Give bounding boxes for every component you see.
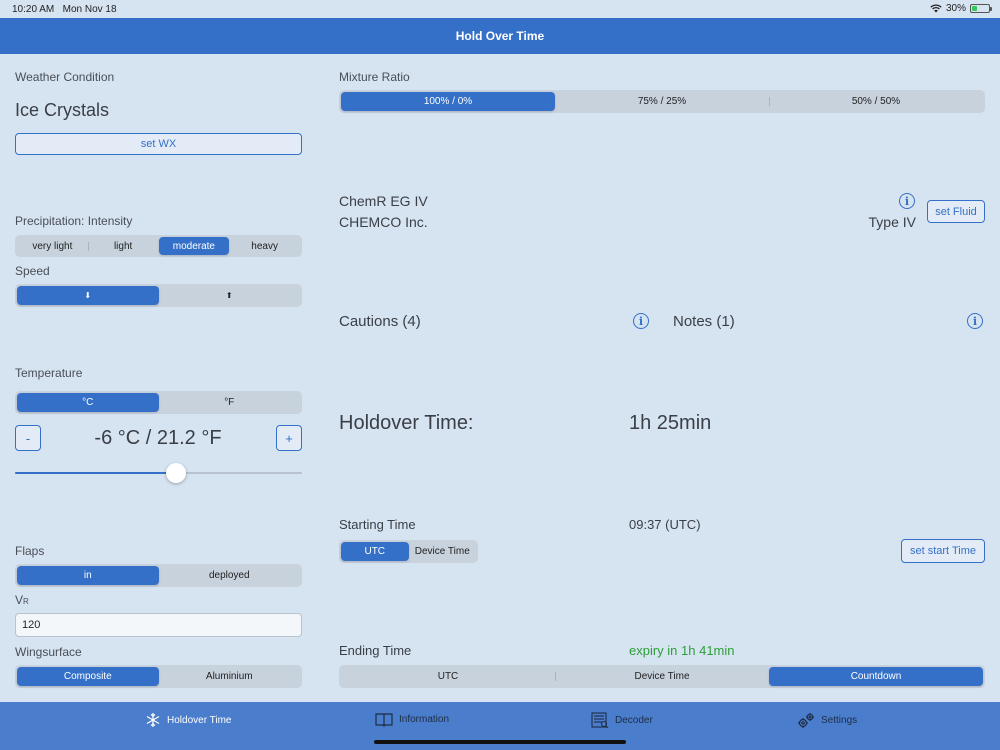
flaps-label: Flaps: [15, 544, 45, 558]
ending-time-value: expiry in 1h 41min: [629, 643, 735, 658]
fluid-info-icon[interactable]: i: [899, 193, 915, 209]
flaps-control[interactable]: in deployed: [15, 564, 302, 587]
wingsurface-label: Wingsurface: [15, 645, 82, 659]
tab-information[interactable]: Information: [375, 712, 449, 727]
flaps-option-in[interactable]: in: [17, 566, 159, 585]
holdover-time-value: 1h 25min: [629, 412, 712, 434]
temperature-slider-thumb[interactable]: [165, 463, 186, 483]
temperature-unit-control[interactable]: °C °F: [15, 391, 302, 414]
cautions-info-icon[interactable]: i: [633, 313, 649, 329]
precip-option-heavy[interactable]: heavy: [229, 237, 300, 255]
status-bar: 10:20 AM Mon Nov 18 30%: [0, 0, 1000, 18]
wingsurface-option-aluminium[interactable]: Aluminium: [159, 667, 301, 686]
battery-icon: [970, 4, 992, 13]
status-right: 30%: [930, 3, 992, 14]
set-wx-button[interactable]: set WX: [15, 133, 302, 155]
document-icon: [591, 712, 609, 729]
set-fluid-button[interactable]: set Fluid: [927, 200, 985, 223]
starting-time-value: 09:37 (UTC): [629, 517, 701, 532]
ending-time-mode-control[interactable]: UTC Device Time Countdown: [339, 665, 985, 688]
fluid-manufacturer: CHEMCO Inc.: [339, 214, 428, 230]
temperature-value: -6 °C / 21.2 °F: [94, 427, 222, 449]
notes-info-icon[interactable]: i: [967, 313, 983, 329]
starting-time-label: Starting Time: [339, 517, 416, 532]
start-option-utc[interactable]: UTC: [341, 542, 409, 561]
precipitation-intensity-control[interactable]: very light light moderate heavy: [15, 235, 302, 257]
status-time: 10:20 AM Mon Nov 18: [12, 4, 117, 15]
tab-decoder[interactable]: Decoder: [591, 712, 653, 729]
mixture-ratio-label: Mixture Ratio: [339, 70, 410, 84]
ending-time-label: Ending Time: [339, 643, 412, 658]
battery-percent: 30%: [945, 3, 966, 14]
tab-label: Information: [399, 714, 450, 725]
snowflake-icon: [146, 713, 160, 727]
starting-time-zone-control[interactable]: UTC Device Time: [339, 540, 478, 563]
temperature-increment-button[interactable]: +: [276, 425, 302, 451]
mixture-ratio-control[interactable]: 100% / 0% 75% / 25% 50% / 50%: [339, 90, 985, 113]
flaps-option-deployed[interactable]: deployed: [159, 566, 301, 585]
precip-option-light[interactable]: light: [87, 237, 159, 255]
wingsurface-control[interactable]: Composite Aluminium: [15, 665, 302, 688]
book-icon: [375, 713, 393, 727]
tab-settings[interactable]: Settings: [797, 712, 857, 729]
vr-input[interactable]: 120: [15, 613, 302, 637]
precip-option-very-light[interactable]: very light: [17, 237, 88, 255]
fluid-type: Type IV: [868, 214, 916, 230]
mixture-option-100-0[interactable]: 100% / 0%: [341, 92, 555, 111]
weather-condition-label: Weather Condition: [15, 70, 115, 84]
speed-option-up[interactable]: ⬆: [159, 286, 301, 305]
speed-option-down[interactable]: ⬇: [17, 286, 159, 305]
tab-label: Decoder: [615, 715, 653, 726]
cautions-label: Cautions (4): [339, 313, 421, 330]
home-indicator: [374, 740, 626, 744]
speed-control[interactable]: ⬇ ⬆: [15, 284, 302, 307]
precip-option-moderate[interactable]: moderate: [158, 237, 230, 255]
precipitation-label: Precipitation: Intensity: [15, 214, 133, 228]
wingsurface-option-composite[interactable]: Composite: [17, 667, 159, 686]
weather-condition-value: Ice Crystals: [15, 100, 110, 120]
end-option-utc[interactable]: UTC: [341, 667, 555, 686]
tab-label: Holdover Time: [167, 714, 232, 726]
set-start-time-button[interactable]: set start Time: [901, 539, 985, 563]
nav-title: Hold Over Time: [0, 18, 1000, 54]
mixture-option-50-50[interactable]: 50% / 50%: [769, 92, 983, 111]
mixture-option-75-25[interactable]: 75% / 25%: [555, 92, 769, 111]
holdover-time-label: Holdover Time:: [339, 412, 474, 434]
end-option-countdown[interactable]: Countdown: [769, 667, 983, 686]
notes-label: Notes (1): [673, 313, 735, 330]
gears-icon: [798, 713, 814, 728]
start-option-device-time[interactable]: Device Time: [409, 542, 477, 561]
temperature-label: Temperature: [15, 366, 83, 380]
unit-option-celsius[interactable]: °C: [17, 393, 159, 412]
unit-option-fahrenheit[interactable]: °F: [159, 393, 301, 412]
wifi-icon: [930, 4, 942, 13]
fluid-name: ChemR EG IV: [339, 193, 428, 209]
end-option-device-time[interactable]: Device Time: [555, 667, 769, 686]
temperature-decrement-button[interactable]: -: [15, 425, 41, 451]
temperature-slider-fill: [15, 472, 176, 474]
tab-holdover-time[interactable]: Holdover Time: [145, 712, 231, 728]
tab-label: Settings: [821, 715, 858, 726]
vr-label: VR: [15, 593, 29, 607]
speed-label: Speed: [15, 264, 50, 278]
